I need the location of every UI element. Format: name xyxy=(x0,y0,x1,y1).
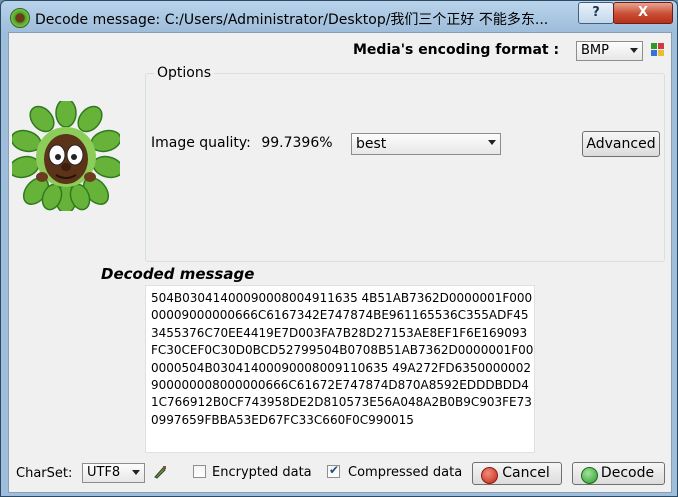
options-group: Options Image quality: 99.7396% best Adv… xyxy=(145,65,665,262)
footer-bar: CharSet: UTF8 Encrypted data ✔ Compresse… xyxy=(9,461,671,487)
titlebar[interactable]: Decode message: C:/Users/Administrator/D… xyxy=(1,1,677,33)
checkmark-icon: ✔ xyxy=(329,463,340,477)
decode-button-label: Decode xyxy=(600,465,655,481)
options-legend: Options xyxy=(154,65,215,81)
advanced-button[interactable]: Advanced xyxy=(582,131,660,157)
quality-preset-select[interactable]: best xyxy=(351,133,501,155)
encoding-format-label: Media's encoding format : xyxy=(353,42,560,58)
charset-select[interactable]: UTF8 xyxy=(82,463,145,483)
compressed-data-label: Compressed data xyxy=(348,465,463,480)
dialog-body: Media's encoding format : BMP Options Im… xyxy=(8,32,672,493)
chevron-down-icon xyxy=(132,470,140,475)
brush-icon[interactable] xyxy=(153,465,167,479)
decode-button[interactable]: Decode xyxy=(572,462,665,485)
cancel-icon xyxy=(481,467,498,484)
encoding-format-value: BMP xyxy=(581,43,609,58)
decoded-message-label: Decoded message xyxy=(101,265,255,283)
palette-icon[interactable] xyxy=(651,43,665,56)
cancel-button[interactable]: Cancel xyxy=(472,462,562,485)
decoded-message-text[interactable]: 504B03041400090008004911635 4B51AB7362D0… xyxy=(145,285,535,453)
app-mascot-logo xyxy=(12,101,120,211)
encoding-format-select[interactable]: BMP xyxy=(576,41,643,61)
image-quality-row: Image quality: 99.7396% xyxy=(151,135,333,151)
charset-label: CharSet: xyxy=(16,466,73,481)
encrypted-data-label: Encrypted data xyxy=(212,465,312,480)
checkmark-circle-icon xyxy=(581,467,598,484)
window-title: Decode message: C:/Users/Administrator/D… xyxy=(35,12,549,28)
image-quality-value: 99.7396% xyxy=(261,135,333,151)
quality-preset-value: best xyxy=(356,136,387,152)
chevron-down-icon xyxy=(488,140,496,145)
app-icon xyxy=(10,8,30,28)
encrypted-data-checkbox[interactable] xyxy=(193,465,206,478)
cancel-button-label: Cancel xyxy=(502,465,550,481)
help-button[interactable]: ? xyxy=(578,2,614,24)
chevron-down-icon xyxy=(630,48,638,53)
decode-dialog-window: Decode message: C:/Users/Administrator/D… xyxy=(0,0,678,497)
compressed-data-checkbox[interactable]: ✔ xyxy=(327,463,340,478)
image-quality-label: Image quality: xyxy=(151,135,251,151)
close-button[interactable]: X xyxy=(613,2,673,24)
charset-value: UTF8 xyxy=(87,465,121,480)
